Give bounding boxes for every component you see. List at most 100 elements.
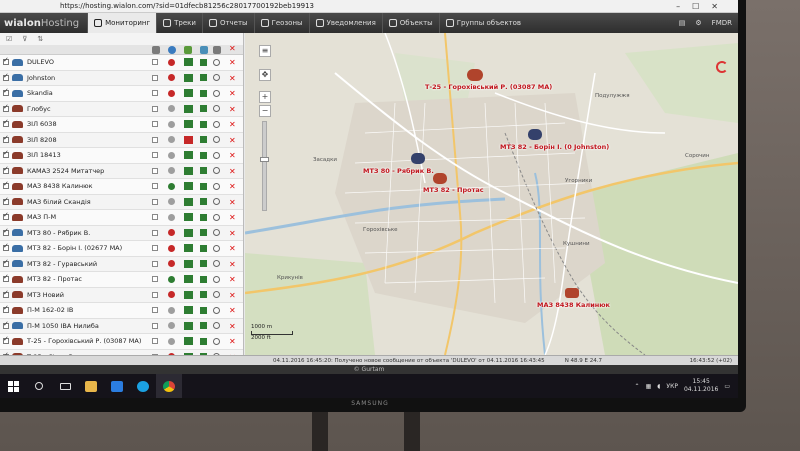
unit-row[interactable]: МТЗ Новий ✕ (0, 288, 243, 303)
unit-checkbox[interactable] (3, 134, 9, 143)
unit-row[interactable]: Johnston ✕ (0, 71, 243, 86)
unit-name[interactable]: ЗІЛ 8208 (27, 136, 57, 144)
delete-header-icon[interactable]: ✕ (229, 44, 237, 53)
notifications-icon[interactable]: ▭ (724, 383, 730, 390)
unit-row[interactable]: ЗІЛ 18413 ✕ (0, 148, 243, 164)
delete-icon[interactable]: ✕ (229, 244, 236, 253)
unit-row[interactable]: МАЗ білий Скандія ✕ (0, 195, 243, 210)
visibility-header-icon[interactable] (152, 46, 160, 54)
command-icon[interactable] (213, 89, 220, 97)
map-view[interactable]: ≡ ✥ + − Подулужжя Засадки Горохівське Кр… (245, 33, 738, 355)
visibility-checkbox[interactable] (152, 260, 158, 267)
unit-name[interactable]: П-М 1050 ІВА Нилиба (27, 322, 99, 330)
marker-label[interactable]: МАЗ 8438 Калинюк (537, 301, 610, 309)
visibility-checkbox[interactable] (152, 183, 158, 190)
delete-icon[interactable]: ✕ (229, 120, 236, 129)
delete-icon[interactable]: ✕ (229, 198, 236, 207)
maximize-icon[interactable]: ☐ (692, 2, 699, 11)
unit-row[interactable]: Skandia ✕ (0, 86, 243, 102)
tractor-blue-icon[interactable] (411, 153, 425, 164)
command-icon[interactable] (213, 182, 220, 190)
command-icon[interactable] (213, 337, 220, 345)
zoom-slider-handle[interactable] (260, 157, 269, 162)
command-icon[interactable] (213, 244, 220, 252)
unit-name[interactable]: ЗІЛ 18413 (27, 151, 61, 159)
settings-icon[interactable]: ⚙ (695, 19, 701, 27)
unit-name[interactable]: Глобус (27, 105, 51, 113)
tractor-blue-icon[interactable] (528, 129, 542, 140)
unit-name[interactable]: ЗІЛ 6038 (27, 120, 57, 128)
unit-row[interactable]: ЗІЛ 6038 ✕ (0, 117, 243, 133)
visibility-checkbox[interactable] (152, 307, 158, 314)
app-logo[interactable]: wialonHosting (4, 18, 79, 29)
command-icon[interactable] (213, 167, 220, 175)
command-icon[interactable] (213, 58, 220, 66)
delete-icon[interactable]: ✕ (229, 229, 236, 238)
visibility-checkbox[interactable] (152, 214, 158, 221)
unit-row[interactable]: МТЗ 82 - Гуравський ✕ (0, 257, 243, 272)
zoom-out-button[interactable]: − (259, 105, 271, 117)
command-icon[interactable] (213, 260, 220, 268)
delete-icon[interactable]: ✕ (229, 260, 236, 269)
unit-name[interactable]: МТЗ 80 - Рябрик В. (27, 229, 90, 237)
unit-row[interactable]: МТЗ 80 - Рябрик В. ✕ (0, 226, 243, 241)
language-indicator[interactable]: УКР (666, 383, 678, 390)
delete-icon[interactable]: ✕ (229, 74, 236, 83)
unit-checkbox[interactable] (3, 103, 9, 112)
visibility-checkbox[interactable] (152, 245, 158, 252)
unit-name[interactable]: КАМАЗ 2524 Митатчер (27, 167, 104, 175)
delete-icon[interactable]: ✕ (229, 275, 236, 284)
start-button[interactable] (0, 374, 26, 398)
marker-label[interactable]: Т-25 - Горохівський Р. (03087 МА) (425, 83, 552, 91)
tractor-red-icon[interactable] (467, 69, 483, 81)
command-header-icon[interactable] (213, 46, 221, 54)
visibility-checkbox[interactable] (152, 291, 158, 298)
unit-checkbox[interactable] (3, 118, 9, 128)
unit-row[interactable]: П-М 1050 ІВА Нилиба ✕ (0, 319, 243, 334)
visibility-checkbox[interactable] (152, 105, 158, 112)
command-icon[interactable] (213, 120, 220, 128)
command-icon[interactable] (213, 136, 220, 144)
unit-name[interactable]: МТЗ 82 - Протас (27, 275, 82, 283)
unit-row[interactable]: КАМАЗ 2524 Митатчер ✕ (0, 164, 243, 179)
unit-checkbox[interactable] (3, 227, 9, 236)
satellite-header-icon[interactable] (200, 46, 208, 54)
check-all-icon[interactable]: ☑ (6, 35, 12, 43)
sort-icon[interactable]: ⇅ (37, 35, 43, 43)
marker-label[interactable]: МТЗ 80 - Рябрик В. (363, 167, 434, 175)
user-name[interactable]: FMDR (712, 19, 732, 27)
visibility-checkbox[interactable] (152, 121, 158, 128)
unit-name[interactable]: МАЗ П-М (27, 213, 56, 221)
volume-icon[interactable]: ◖ (657, 383, 660, 390)
visibility-checkbox[interactable] (152, 136, 158, 143)
network-icon[interactable]: ▦ (646, 383, 652, 390)
visibility-checkbox[interactable] (152, 229, 158, 236)
taskbar-skype[interactable] (130, 374, 156, 398)
truck-red-icon[interactable] (565, 288, 579, 298)
filter-icon[interactable]: ⊽ (22, 35, 27, 43)
unit-name[interactable]: МАЗ 8438 Калинюк (27, 182, 93, 190)
unit-row[interactable]: МТЗ 82 - Протас ✕ (0, 272, 243, 288)
command-icon[interactable] (213, 74, 220, 82)
nav-tab[interactable]: Отчеты (201, 13, 254, 33)
command-icon[interactable] (213, 213, 220, 221)
unit-name[interactable]: МТЗ 82 - Борін І. (02677 МА) (27, 244, 122, 252)
task-view-button[interactable] (52, 374, 78, 398)
unit-checkbox[interactable] (3, 242, 9, 252)
url-text[interactable]: https://hosting.wialon.com/?sid=01dfecb8… (60, 2, 314, 10)
nav-tab[interactable]: Геозоны (253, 13, 309, 33)
unit-checkbox[interactable] (3, 273, 9, 283)
command-icon[interactable] (213, 275, 220, 283)
delete-icon[interactable]: ✕ (229, 322, 236, 331)
unit-name[interactable]: Т-25 - Горохівський Р. (03087 МА) (27, 337, 141, 345)
unit-checkbox[interactable] (3, 196, 9, 205)
unit-row[interactable]: МТЗ 82 - Борін І. (02677 МА) ✕ (0, 241, 243, 257)
visibility-checkbox[interactable] (152, 276, 158, 283)
close-icon[interactable]: ✕ (711, 2, 718, 11)
command-icon[interactable] (213, 198, 220, 206)
nav-tab[interactable]: Уведомления (308, 13, 382, 33)
taskbar-store[interactable] (104, 374, 130, 398)
chart-icon[interactable]: ▤ (679, 19, 686, 27)
unit-row[interactable]: П-М 162-02 ІВ ✕ (0, 303, 243, 319)
delete-icon[interactable]: ✕ (229, 182, 236, 191)
